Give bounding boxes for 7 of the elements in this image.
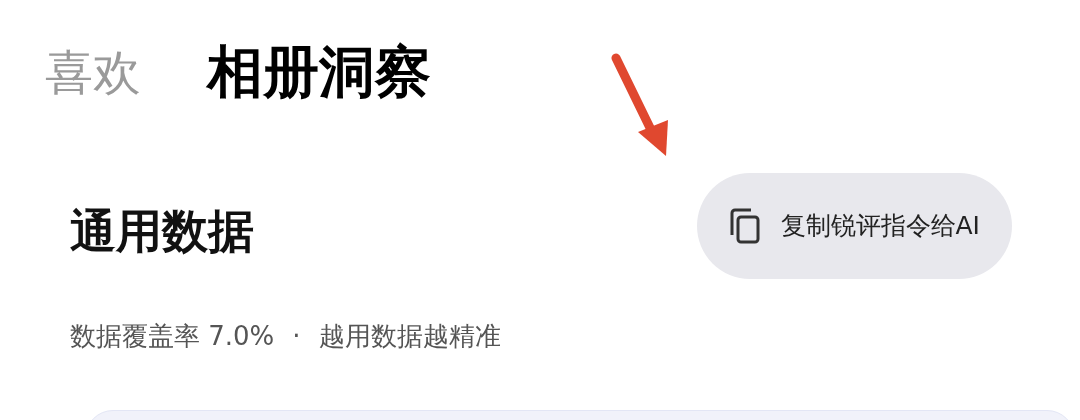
copy-icon (728, 208, 761, 244)
copy-prompt-button[interactable]: 复制锐评指令给AI (696, 173, 1012, 279)
separator-dot: · (292, 320, 301, 353)
tab[interactable]: 相册洞察 (207, 44, 431, 100)
coverage-text: 数据覆盖率 7.0% (70, 320, 275, 353)
hint-text: 越用数据越精准 (318, 320, 501, 353)
section-title: 通用数据 (70, 208, 254, 254)
